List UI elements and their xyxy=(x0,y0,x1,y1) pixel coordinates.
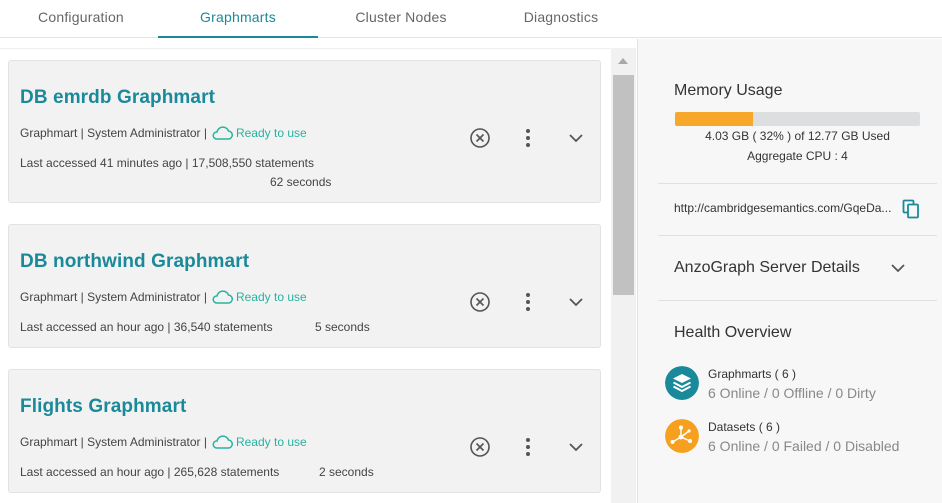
last-accessed-text: Last accessed an hour ago | 265,628 stat… xyxy=(20,465,280,479)
graphmart-card[interactable]: DB emrdb Graphmart Graphmart | System Ad… xyxy=(8,60,601,203)
scrollbar-thumb[interactable] xyxy=(613,75,634,295)
more-vertical-icon[interactable] xyxy=(519,127,537,149)
graphmart-title[interactable]: DB emrdb Graphmart xyxy=(20,87,215,109)
server-details-label[interactable]: AnzoGraph Server Details xyxy=(674,259,860,277)
list-top-divider xyxy=(0,39,610,49)
chevron-down-icon[interactable] xyxy=(566,291,586,313)
cloud-icon xyxy=(212,126,233,140)
load-duration: 62 seconds xyxy=(270,175,332,189)
graphmart-meta: Graphmart | System Administrator | Ready… xyxy=(20,290,307,304)
scroll-up-arrow[interactable] xyxy=(618,58,628,64)
divider xyxy=(658,183,937,184)
graphmarts-count-label: Graphmarts ( 6 ) xyxy=(708,367,797,381)
close-circle-icon[interactable] xyxy=(469,291,491,313)
memory-usage-title: Memory Usage xyxy=(674,82,783,99)
more-vertical-icon[interactable] xyxy=(519,291,537,313)
tab-configuration[interactable]: Configuration xyxy=(18,0,144,38)
more-vertical-icon[interactable] xyxy=(519,436,537,458)
server-url: http://cambridgesemantics.com/GqeDa... xyxy=(674,201,892,215)
status-ready-label: Ready to use xyxy=(235,435,307,449)
graphmart-owner: Graphmart | System Administrator | xyxy=(20,435,207,449)
status-ready-label: Ready to use xyxy=(235,126,307,140)
graphmart-list: DB emrdb Graphmart Graphmart | System Ad… xyxy=(0,39,636,503)
graphmart-meta: Graphmart | System Administrator | Ready… xyxy=(20,126,307,140)
tab-graphmarts[interactable]: Graphmarts xyxy=(158,0,318,38)
cloud-icon xyxy=(212,290,233,304)
graphmart-card[interactable]: Flights Graphmart Graphmart | System Adm… xyxy=(8,369,601,493)
copy-icon[interactable] xyxy=(902,199,920,219)
server-info-panel: Memory Usage 4.03 GB ( 32% ) of 12.77 GB… xyxy=(637,39,942,503)
aggregate-cpu-text: Aggregate CPU : 4 xyxy=(747,149,848,163)
graphmart-meta: Graphmart | System Administrator | Ready… xyxy=(20,435,307,449)
datasets-count-label: Datasets ( 6 ) xyxy=(708,420,781,434)
graphmart-card[interactable]: DB northwind Graphmart Graphmart | Syste… xyxy=(8,224,601,348)
health-overview-title: Health Overview xyxy=(674,324,792,341)
chevron-down-icon[interactable] xyxy=(566,127,586,149)
memory-usage-text: 4.03 GB ( 32% ) of 12.77 GB Used xyxy=(705,129,890,143)
datasets-status-text: 6 Online / 0 Failed / 0 Disabled xyxy=(708,438,900,454)
graphmarts-status-text: 6 Online / 0 Offline / 0 Dirty xyxy=(708,385,876,401)
divider xyxy=(658,235,937,236)
graphmart-title[interactable]: Flights Graphmart xyxy=(20,396,186,418)
memory-usage-fill xyxy=(675,112,754,126)
chevron-down-icon[interactable] xyxy=(566,436,586,458)
chevron-down-icon[interactable] xyxy=(888,258,908,278)
tab-diagnostics[interactable]: Diagnostics xyxy=(498,0,624,38)
close-circle-icon[interactable] xyxy=(469,436,491,458)
memory-usage-bar xyxy=(675,112,920,126)
graphmart-owner: Graphmart | System Administrator | xyxy=(20,126,207,140)
tab-cluster-nodes[interactable]: Cluster Nodes xyxy=(338,0,464,38)
datasets-hub-icon xyxy=(665,419,699,453)
status-ready-label: Ready to use xyxy=(235,290,307,304)
close-circle-icon[interactable] xyxy=(469,127,491,149)
last-accessed-text: Last accessed an hour ago | 36,540 state… xyxy=(20,320,273,334)
list-scrollbar[interactable] xyxy=(611,48,636,503)
divider xyxy=(658,300,937,301)
last-accessed-text: Last accessed 41 minutes ago | 17,508,55… xyxy=(20,156,314,170)
graphmart-owner: Graphmart | System Administrator | xyxy=(20,290,207,304)
load-duration: 5 seconds xyxy=(315,320,370,334)
graphmart-title[interactable]: DB northwind Graphmart xyxy=(20,251,249,273)
graphmarts-layers-icon xyxy=(665,366,699,400)
load-duration: 2 seconds xyxy=(319,465,374,479)
tab-bar: Configuration Graphmarts Cluster Nodes D… xyxy=(0,0,942,38)
cloud-icon xyxy=(212,435,233,449)
